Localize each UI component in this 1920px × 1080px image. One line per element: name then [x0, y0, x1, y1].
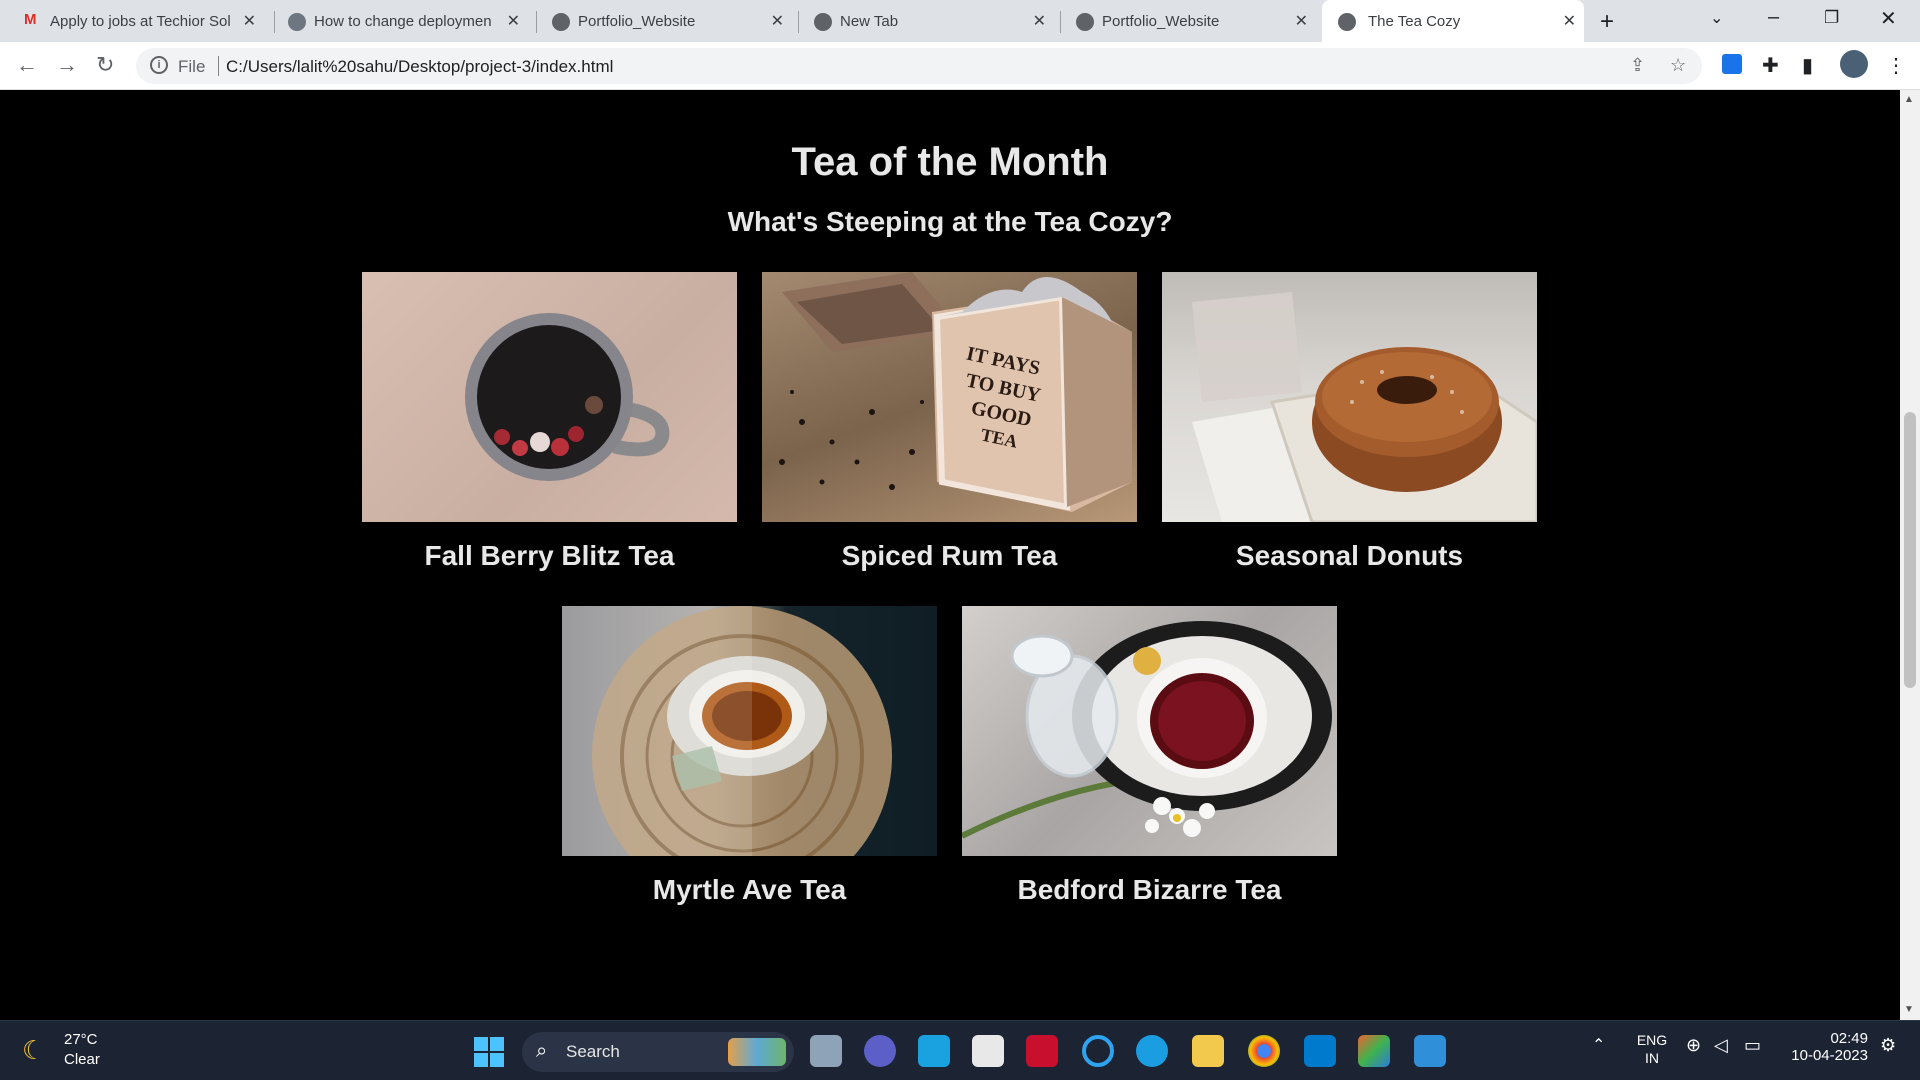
- close-icon[interactable]: ✕: [507, 11, 520, 31]
- scroll-thumb[interactable]: [1904, 412, 1916, 688]
- tray-overflow-icon[interactable]: ⌃: [1592, 1035, 1605, 1055]
- tab-separator: [1060, 11, 1061, 33]
- app-l-icon[interactable]: [918, 1035, 950, 1067]
- globe-icon: [1338, 13, 1356, 31]
- bookmark-star-icon[interactable]: ☆: [1670, 55, 1686, 76]
- close-icon[interactable]: ✕: [1033, 11, 1046, 31]
- file-explorer-icon[interactable]: [1192, 1035, 1224, 1067]
- scroll-up-arrow[interactable]: ▲: [1904, 94, 1914, 105]
- back-button[interactable]: ←: [16, 52, 38, 78]
- tea-caption: Spiced Rum Tea: [841, 540, 1058, 571]
- mcafee-icon[interactable]: [1026, 1035, 1058, 1067]
- page-content: Tea of the Month What's Steeping at the …: [0, 90, 1900, 1020]
- weather-description[interactable]: Clear: [64, 1051, 100, 1068]
- restore-button[interactable]: ❐: [1824, 8, 1839, 28]
- close-icon[interactable]: ✕: [243, 11, 256, 31]
- tea-image: [562, 606, 937, 856]
- tea-card: Myrtle Ave Tea: [562, 606, 937, 906]
- search-highlight-icon: [728, 1038, 786, 1066]
- tea-card: IT PAYS TO BUY GOOD TEA Spiced Rum Tea: [762, 272, 1137, 572]
- menu-icon[interactable]: ⋮: [1886, 53, 1906, 78]
- forward-button[interactable]: →: [56, 52, 78, 78]
- close-icon[interactable]: ✕: [1295, 11, 1308, 31]
- page-title: Tea of the Month: [791, 140, 1109, 184]
- edge-icon[interactable]: [1136, 1035, 1168, 1067]
- network-icon[interactable]: ⊕: [1686, 1035, 1701, 1056]
- scheme-label: File: [178, 57, 206, 76]
- info-icon[interactable]: i: [150, 56, 168, 74]
- windows-taskbar: ☾ 27°C Clear ⌕ Search ⌃ ENG IN ⊕ ◁ ▭ 02:4…: [0, 1020, 1920, 1080]
- tea-card: Fall Berry Blitz Tea: [362, 272, 737, 572]
- share-icon[interactable]: ⇪: [1630, 55, 1645, 76]
- tab-separator: [798, 11, 799, 33]
- tea-caption: Fall Berry Blitz Tea: [424, 540, 675, 571]
- tab-new-tab[interactable]: New Tab ✕: [814, 0, 1054, 42]
- git-icon[interactable]: [1358, 1035, 1390, 1067]
- task-view-icon[interactable]: [810, 1035, 842, 1067]
- tab-portfolio-1[interactable]: Portfolio_Website ✕: [552, 0, 792, 42]
- tea-image: [962, 606, 1337, 856]
- notification-icon[interactable]: ⚙: [1880, 1035, 1896, 1056]
- vscode-icon[interactable]: [1304, 1035, 1336, 1067]
- minimize-button[interactable]: –: [1768, 6, 1779, 29]
- taskbar-search[interactable]: ⌕ Search: [522, 1032, 794, 1072]
- github-icon: [288, 13, 306, 31]
- tea-image: [362, 272, 737, 522]
- volume-icon[interactable]: ◁: [1714, 1035, 1728, 1056]
- side-panel-icon[interactable]: ▮: [1802, 53, 1813, 78]
- start-button[interactable]: [474, 1037, 504, 1067]
- reload-button[interactable]: ↻: [96, 52, 114, 78]
- tab-portfolio-2[interactable]: Portfolio_Website ✕: [1076, 0, 1316, 42]
- tea-image: [1162, 272, 1537, 522]
- tab-strip: M Apply to jobs at Techior Sol ✕ How to …: [0, 0, 1920, 42]
- moon-icon[interactable]: ☾: [22, 1035, 45, 1066]
- tea-caption: Bedford Bizarre Tea: [1017, 874, 1282, 905]
- page-scrollbar[interactable]: ▲ ▼: [1900, 90, 1920, 1020]
- extensions-puzzle-icon[interactable]: ✚: [1762, 53, 1779, 78]
- new-tab-button[interactable]: +: [1600, 8, 1614, 36]
- paint-icon[interactable]: [1414, 1035, 1446, 1067]
- page-subtitle: What's Steeping at the Tea Cozy?: [727, 206, 1173, 237]
- url-text[interactable]: C:/Users/lalit%20sahu/Desktop/project-3/…: [226, 57, 613, 77]
- chat-icon[interactable]: [864, 1035, 896, 1067]
- profile-avatar[interactable]: [1840, 50, 1868, 78]
- chrome-icon[interactable]: [1248, 1035, 1280, 1067]
- battery-icon[interactable]: ▭: [1744, 1035, 1761, 1056]
- globe-icon: [552, 13, 570, 31]
- weather-temperature[interactable]: 27°C: [64, 1031, 98, 1048]
- address-bar[interactable]: i File C:/Users/lalit%20sahu/Desktop/pro…: [136, 48, 1702, 84]
- tab-separator: [536, 11, 537, 33]
- tea-card: Seasonal Donuts: [1162, 272, 1537, 572]
- browser-toolbar: ← → ↻ i File C:/Users/lalit%20sahu/Deskt…: [0, 42, 1920, 90]
- tea-caption: Seasonal Donuts: [1235, 540, 1464, 571]
- globe-icon: [814, 13, 832, 31]
- search-icon: ⌕: [536, 1040, 548, 1062]
- language-indicator[interactable]: ENG IN: [1634, 1031, 1670, 1067]
- tea-card: Bedford Bizarre Tea: [962, 606, 1337, 906]
- gmail-icon: M: [24, 11, 37, 28]
- window-close-button[interactable]: ✕: [1880, 6, 1897, 31]
- tab-github[interactable]: How to change deploymen ✕: [288, 0, 528, 42]
- cortana-icon[interactable]: [1082, 1035, 1114, 1067]
- omnibox-divider: [218, 56, 219, 76]
- tea-caption: Myrtle Ave Tea: [652, 874, 847, 905]
- tab-search-icon[interactable]: ⌄: [1710, 8, 1723, 28]
- tab-tea-cozy[interactable]: The Tea Cozy ✕: [1322, 0, 1584, 42]
- globe-icon: [1076, 13, 1094, 31]
- taskbar-clock[interactable]: 02:49 10-04-2023: [1788, 1030, 1868, 1064]
- store-icon[interactable]: [972, 1035, 1004, 1067]
- extension-icon[interactable]: [1722, 54, 1742, 74]
- scroll-down-arrow[interactable]: ▼: [1904, 1004, 1914, 1015]
- tab-separator: [274, 11, 275, 33]
- tea-image: IT PAYS TO BUY GOOD TEA: [762, 272, 1137, 522]
- close-icon[interactable]: ✕: [1563, 11, 1576, 31]
- tab-gmail[interactable]: M Apply to jobs at Techior Sol ✕: [24, 0, 264, 42]
- close-icon[interactable]: ✕: [771, 11, 784, 31]
